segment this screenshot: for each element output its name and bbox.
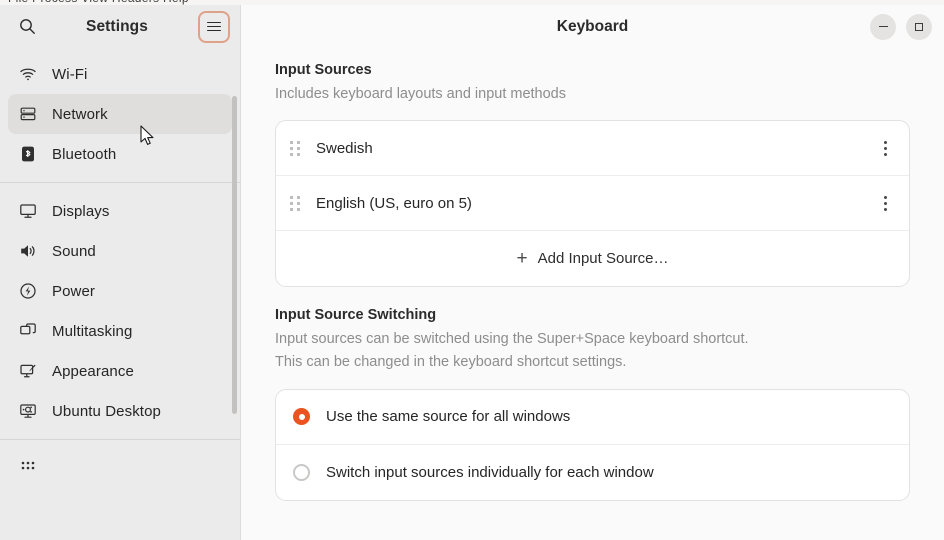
sidebar-item-sound[interactable]: Sound: [8, 231, 232, 271]
sidebar-item-label: Wi-Fi: [52, 65, 88, 83]
sidebar-nav-list: Wi-Fi Network Bluetooth Displays Sound P…: [0, 48, 240, 540]
settings-window: Settings Wi-Fi Network Bluetooth Display…: [0, 5, 944, 540]
plus-icon: +: [516, 248, 528, 270]
add-input-source-label: Add Input Source…: [537, 250, 669, 268]
sidebar-item-partial-cutoff[interactable]: [8, 448, 232, 488]
switching-option-label: Use the same source for all windows: [326, 408, 571, 426]
appearance-icon: [18, 361, 38, 381]
sidebar-item-appearance[interactable]: Appearance: [8, 351, 232, 391]
sidebar-item-label: Power: [52, 282, 96, 300]
sidebar-item-multitasking[interactable]: Multitasking: [8, 311, 232, 351]
display-icon: [18, 201, 38, 221]
bluetooth-icon: [18, 144, 38, 164]
hamburger-menu-icon[interactable]: [198, 10, 230, 43]
drag-handle-icon[interactable]: [290, 193, 304, 213]
add-input-source-button[interactable]: + Add Input Source…: [276, 231, 909, 286]
switching-option-row[interactable]: Switch input sources individually for ea…: [276, 445, 909, 500]
sidebar-scrollbar-track[interactable]: [232, 60, 237, 532]
sidebar-item-label: Network: [52, 105, 108, 123]
window-header: Keyboard: [241, 5, 944, 48]
radio-same-source-all-windows[interactable]: [293, 408, 310, 426]
more-options-icon[interactable]: [875, 193, 895, 213]
sidebar-item-wi-fi[interactable]: Wi-Fi: [8, 54, 232, 94]
input-source-label: English (US, euro on 5): [316, 194, 472, 212]
sidebar-scrollbar-thumb[interactable]: [232, 96, 237, 414]
sidebar-item-label: Bluetooth: [52, 145, 117, 163]
input-sources-title: Input Sources: [275, 62, 372, 78]
sidebar-item-label: Sound: [52, 242, 96, 260]
sidebar-divider: [0, 182, 240, 183]
sidebar-item-label: Appearance: [52, 362, 134, 380]
radio-individual-per-window[interactable]: [293, 463, 310, 481]
input-source-switching-description-line1: Input sources can be switched using the …: [275, 331, 749, 348]
sidebar-divider: [0, 439, 240, 440]
sidebar-title: Settings: [86, 17, 148, 35]
input-source-row[interactable]: English (US, euro on 5): [276, 176, 909, 232]
input-sources-description: Includes keyboard layouts and input meth…: [275, 86, 566, 102]
sidebar: Settings Wi-Fi Network Bluetooth Display…: [0, 5, 241, 540]
input-source-row[interactable]: Swedish: [276, 121, 909, 177]
minimize-icon[interactable]: [870, 13, 896, 40]
maximize-icon[interactable]: [906, 13, 932, 40]
input-source-label: Swedish: [316, 139, 373, 157]
ubuntu-desktop-icon: [18, 401, 38, 421]
main-panel: Keyboard Input Sources Includes keyboard…: [241, 5, 944, 540]
sidebar-item-bluetooth[interactable]: Bluetooth: [8, 134, 232, 174]
speaker-icon: [18, 241, 38, 261]
input-source-switching-description-line2: This can be changed in the keyboard shor…: [275, 354, 627, 371]
sidebar-header: Settings: [0, 5, 240, 48]
sidebar-item-label: Ubuntu Desktop: [52, 402, 161, 420]
windows-icon: [18, 321, 38, 341]
settings-content: Input Sources Includes keyboard layouts …: [241, 48, 944, 540]
apps-grid-icon: [18, 458, 38, 478]
input-sources-card: Swedish English (US, euro on 5) + Add In…: [275, 120, 910, 288]
sidebar-item-ubuntu-desktop[interactable]: Ubuntu Desktop: [8, 391, 232, 431]
switching-option-label: Switch input sources individually for ea…: [326, 463, 654, 481]
wifi-icon: [18, 64, 38, 84]
page-title: Keyboard: [556, 17, 629, 35]
input-source-switching-title: Input Source Switching: [275, 307, 437, 324]
sidebar-item-label: Multitasking: [52, 322, 133, 340]
window-controls: [870, 13, 932, 40]
switching-option-row[interactable]: Use the same source for all windows: [276, 390, 909, 445]
sidebar-item-displays[interactable]: Displays: [8, 191, 232, 231]
power-icon: [18, 281, 38, 301]
sidebar-item-power[interactable]: Power: [8, 271, 232, 311]
sidebar-item-label: Displays: [52, 202, 110, 220]
network-icon: [18, 104, 38, 124]
more-options-icon[interactable]: [875, 138, 895, 158]
switching-options-card: Use the same source for all windows Swit…: [275, 388, 910, 501]
drag-handle-icon[interactable]: [290, 138, 304, 158]
sidebar-item-network[interactable]: Network: [8, 94, 232, 134]
